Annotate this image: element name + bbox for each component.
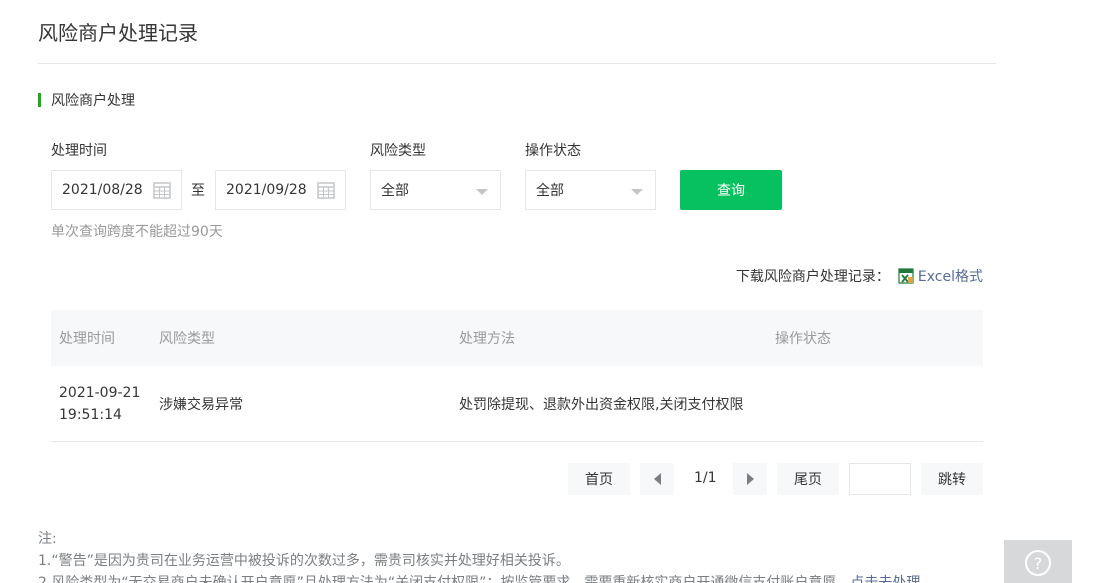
jump-button[interactable]: 跳转 (921, 463, 983, 495)
table-header: 处理时间 风险类型 处理方法 操作状态 (51, 310, 983, 366)
risk-type-select[interactable]: 全部 (370, 170, 501, 210)
cell-time: 2021-09-21 19:51:14 (59, 384, 141, 423)
calendar-icon[interactable] (153, 181, 171, 199)
help-icon: ? (1025, 550, 1051, 576)
chevron-left-icon (653, 473, 661, 485)
status-select[interactable]: 全部 (525, 170, 656, 210)
column-header-time: 处理时间 (59, 331, 115, 347)
notes: 注: 1.“警告”是因为贵司在业务运营中被投诉的次数过多，需贵司核实并处理好相关… (38, 528, 920, 583)
section-label: 风险商户处理 (51, 93, 135, 109)
page-jump-input[interactable] (849, 463, 911, 495)
cell-type: 涉嫌交易异常 (159, 396, 243, 413)
excel-icon[interactable] (898, 268, 914, 284)
cell-method: 处罚除提现、退款外出资金权限,关闭支付权限 (459, 396, 744, 413)
process-link[interactable]: 点击去处理 (850, 575, 920, 583)
table-row: 2021-09-21 19:51:14 涉嫌交易异常 处罚除提现、退款外出资金权… (51, 366, 983, 442)
download-label: 下载风险商户处理记录： (735, 269, 890, 285)
time-filter-label: 处理时间 (51, 143, 107, 159)
end-date-value: 2021/09/28 (226, 182, 307, 198)
start-date-value: 2021/08/28 (62, 182, 143, 198)
column-header-type: 风险类型 (159, 331, 215, 347)
last-page-button[interactable]: 尾页 (777, 463, 839, 495)
note-line-2-text: 2.风险类型为“无交易商户未确认开户意愿”且处理方法为“关闭支付权限”：按监管要… (38, 575, 851, 583)
excel-download-link[interactable]: Excel格式 (918, 266, 983, 286)
column-header-status: 操作状态 (775, 331, 831, 347)
next-page-button[interactable] (733, 463, 767, 495)
risk-type-label: 风险类型 (370, 143, 426, 159)
risk-type-value: 全部 (381, 183, 409, 199)
chevron-down-icon (631, 189, 643, 195)
help-button[interactable]: ? (1004, 540, 1072, 583)
title-divider (38, 63, 996, 64)
page-title: 风险商户处理记录 (38, 21, 198, 45)
start-date-input[interactable]: 2021/08/28 (51, 170, 182, 210)
section-header: 风险商户处理 (38, 91, 135, 109)
section-accent-bar (38, 93, 41, 107)
calendar-icon[interactable] (317, 181, 335, 199)
end-date-input[interactable]: 2021/09/28 (215, 170, 346, 210)
notes-title: 注: (38, 531, 57, 547)
first-page-button[interactable]: 首页 (568, 463, 630, 495)
page-indicator: 1/1 (694, 470, 717, 486)
note-line-2: 2.风险类型为“无交易商户未确认开户意愿”且处理方法为“关闭支付权限”：按监管要… (38, 572, 920, 583)
query-button[interactable]: 查询 (680, 170, 782, 210)
chevron-down-icon (476, 189, 488, 195)
date-span-hint: 单次查询跨度不能超过90天 (51, 224, 223, 240)
status-value: 全部 (536, 183, 564, 199)
status-label: 操作状态 (525, 143, 581, 159)
prev-page-button[interactable] (640, 463, 674, 495)
download-bar: 下载风险商户处理记录： Excel格式 (736, 266, 983, 286)
records-table: 处理时间 风险类型 处理方法 操作状态 2021-09-21 19:51:14 … (51, 310, 983, 442)
column-header-method: 处理方法 (459, 331, 515, 347)
note-line-1: 1.“警告”是因为贵司在业务运营中被投诉的次数过多，需贵司核实并处理好相关投诉。 (38, 553, 570, 569)
date-range-separator: 至 (191, 183, 205, 199)
chevron-right-icon (746, 473, 754, 485)
